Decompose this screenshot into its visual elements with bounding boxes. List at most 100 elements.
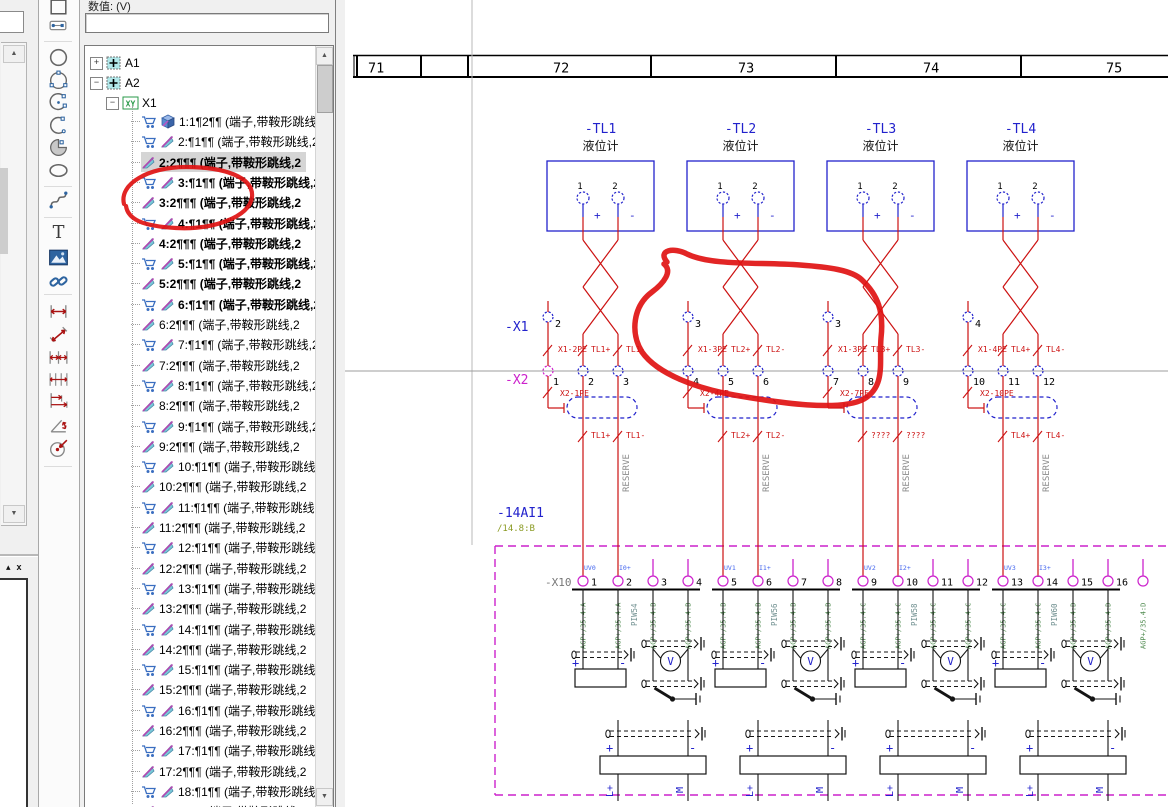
- tree-item[interactable]: 6:2¶¶¶ (端子,带鞍形跳线,2: [141, 314, 300, 334]
- image-icon[interactable]: [47, 246, 70, 269]
- tree-item[interactable]: 5:¶1¶¶ (端子,带鞍形跳线,2: [141, 253, 316, 273]
- tree-item-label: 10:¶1¶¶ (端子,带鞍形跳线,2: [178, 458, 316, 475]
- tree-item-label: 7:2¶¶¶ (端子,带鞍形跳线,2: [159, 357, 300, 374]
- tree-item[interactable]: 6:¶1¶¶ (端子,带鞍形跳线,2: [141, 294, 316, 314]
- tree-item[interactable]: 13:¶1¶¶ (端子,带鞍形跳线,2: [141, 578, 316, 598]
- value-panel: 数值: (V) +A1−A2−XYX11:1¶2¶¶ (端子,带鞍形跳线,22:…: [80, 0, 335, 807]
- tree-item[interactable]: 15:¶1¶¶ (端子,带鞍形跳线,2: [141, 659, 316, 679]
- svg-text:72: 72: [553, 61, 569, 77]
- svg-text:-X2: -X2: [505, 373, 528, 388]
- tree-item-label: 11:2¶¶¶ (端子,带鞍形跳线,2: [159, 519, 305, 536]
- tree-node-a2[interactable]: −A2: [90, 73, 140, 93]
- value-input[interactable]: [85, 13, 329, 33]
- dim-chain2-icon[interactable]: [47, 368, 70, 391]
- tree-item-label: 1:1¶2¶¶ (端子,带鞍形跳线,2: [179, 113, 316, 130]
- collapse-icon[interactable]: −: [90, 77, 103, 90]
- dim-baseline-icon[interactable]: [47, 389, 70, 412]
- arc-icon[interactable]: [47, 114, 70, 137]
- svg-text:-: -: [829, 741, 836, 755]
- tree-item[interactable]: 10:2¶¶¶ (端子,带鞍形跳线,2: [141, 476, 306, 496]
- tree-item[interactable]: 18:¶1¶¶ (端子,带鞍形跳线,2: [141, 781, 316, 801]
- tree-item[interactable]: 3:2¶¶¶ (端子,带鞍形跳线,2: [141, 192, 301, 212]
- tree-item[interactable]: 18:2¶¶¶ (端子,带鞍形跳线,2: [141, 801, 306, 807]
- scroll-down-icon[interactable]: ▼: [316, 788, 333, 806]
- tree-item[interactable]: 4:¶1¶¶ (端子,带鞍形跳线,2: [141, 213, 316, 233]
- terminal-tree: +A1−A2−XYX11:1¶2¶¶ (端子,带鞍形跳线,22:¶1¶¶ (端子…: [84, 45, 334, 807]
- tree-node-a1[interactable]: +A1: [90, 53, 140, 73]
- connector-icon[interactable]: [47, 14, 70, 37]
- scroll-up-icon[interactable]: ▲: [3, 45, 25, 63]
- dim-radius-icon[interactable]: [47, 437, 70, 460]
- tree-item[interactable]: 16:¶1¶¶ (端子,带鞍形跳线,2: [141, 700, 316, 720]
- dim-angle-icon[interactable]: [47, 414, 70, 437]
- dim-aligned-icon[interactable]: [47, 324, 70, 347]
- svg-text:7: 7: [801, 578, 807, 589]
- collapse-icon[interactable]: −: [106, 97, 119, 110]
- tree-scrollbar[interactable]: ▲ ▼: [315, 46, 333, 807]
- tree-item[interactable]: 11:2¶¶¶ (端子,带鞍形跳线,2: [141, 517, 305, 537]
- tree-item[interactable]: 4:2¶¶¶ (端子,带鞍形跳线,2: [141, 233, 301, 253]
- svg-text:5: 5: [731, 578, 737, 589]
- pin-icon[interactable]: ▴: [6, 562, 11, 573]
- tree-item[interactable]: 9:¶1¶¶ (端子,带鞍形跳线,2: [141, 416, 316, 436]
- tree-item-label: 9:2¶¶¶ (端子,带鞍形跳线,2: [159, 438, 300, 455]
- schematic-canvas[interactable]: 7172737475-X1-X2-14AI1/14.8:B-X10-TL1液位计…: [345, 0, 1168, 807]
- dim-linear-icon[interactable]: [47, 300, 70, 323]
- arc-points-icon[interactable]: [47, 91, 70, 114]
- dock-scrollbar-thumb[interactable]: [0, 168, 8, 254]
- svg-text:8: 8: [836, 578, 842, 589]
- tree-item[interactable]: 14:2¶¶¶ (端子,带鞍形跳线,2: [141, 639, 306, 659]
- tree-item[interactable]: 9:2¶¶¶ (端子,带鞍形跳线,2: [141, 436, 300, 456]
- svg-text:1: 1: [997, 182, 1002, 192]
- tree-item[interactable]: 12:¶1¶¶ (端子,带鞍形跳线,2: [141, 537, 316, 557]
- link-icon[interactable]: [47, 270, 70, 293]
- tree-item-label: 11:¶1¶¶ (端子,带鞍形跳线,2: [178, 499, 316, 516]
- tree-item[interactable]: 5:2¶¶¶ (端子,带鞍形跳线,2: [141, 273, 301, 293]
- tree-item[interactable]: 2:¶1¶¶ (端子,带鞍形跳线,2: [141, 131, 316, 151]
- tree-item-label: 3:¶1¶¶ (端子,带鞍形跳线,2: [178, 174, 316, 191]
- svg-text:74: 74: [923, 61, 939, 77]
- tree-scrollbar-thumb[interactable]: [317, 65, 333, 113]
- svg-text:+: +: [746, 741, 753, 755]
- tree-item[interactable]: 17:2¶¶¶ (端子,带鞍形跳线,2: [141, 761, 306, 781]
- tree-item[interactable]: 11:¶1¶¶ (端子,带鞍形跳线,2: [141, 497, 316, 517]
- schematic-pane[interactable]: 7172737475-X1-X2-14AI1/14.8:B-X10-TL1液位计…: [345, 0, 1168, 807]
- tree-item[interactable]: 3:¶1¶¶ (端子,带鞍形跳线,2: [141, 172, 316, 192]
- text-icon[interactable]: T: [47, 220, 70, 243]
- dock-mini-input[interactable]: [0, 11, 24, 33]
- svg-text:T: T: [53, 223, 65, 243]
- tree-item[interactable]: 15:2¶¶¶ (端子,带鞍形跳线,2: [141, 679, 306, 699]
- scroll-down-icon[interactable]: ▼: [3, 505, 25, 523]
- tree-item[interactable]: 7:¶1¶¶ (端子,带鞍形跳线,2: [141, 334, 316, 354]
- svg-text:M: M: [675, 787, 686, 793]
- close-icon[interactable]: x: [17, 562, 22, 572]
- tree-item[interactable]: 8:¶1¶¶ (端子,带鞍形跳线,2: [141, 375, 316, 395]
- tree-item[interactable]: 2:2¶¶¶ (端子,带鞍形跳线,2: [141, 152, 306, 172]
- ellipse-icon[interactable]: [47, 159, 70, 182]
- scroll-up-icon[interactable]: ▲: [316, 47, 333, 65]
- tree-item[interactable]: 12:2¶¶¶ (端子,带鞍形跳线,2: [141, 558, 306, 578]
- tree-item[interactable]: 14:¶1¶¶ (端子,带鞍形跳线,2: [141, 619, 316, 639]
- tree-item[interactable]: 16:2¶¶¶ (端子,带鞍形跳线,2: [141, 720, 306, 740]
- circle-icon[interactable]: [47, 46, 70, 69]
- circle-points-icon[interactable]: [47, 69, 70, 92]
- tree-item-label: 17:2¶¶¶ (端子,带鞍形跳线,2: [159, 763, 306, 780]
- tree-item[interactable]: 7:2¶¶¶ (端子,带鞍形跳线,2: [141, 355, 300, 375]
- svg-text:TL2-: TL2-: [766, 431, 785, 440]
- tree-item-label: 9:¶1¶¶ (端子,带鞍形跳线,2: [178, 418, 316, 435]
- dim-chain-icon[interactable]: [47, 346, 70, 369]
- pie-icon[interactable]: [47, 136, 70, 159]
- spline-icon[interactable]: [47, 189, 70, 212]
- svg-text:L+: L+: [885, 785, 896, 797]
- svg-text:3: 3: [695, 319, 701, 330]
- expand-icon[interactable]: +: [90, 57, 103, 70]
- svg-text:-: -: [619, 656, 626, 670]
- tree-item[interactable]: 17:¶1¶¶ (端子,带鞍形跳线,2: [141, 740, 316, 760]
- svg-text:I1+: I1+: [759, 564, 771, 572]
- tree-item[interactable]: 10:¶1¶¶ (端子,带鞍形跳线,2: [141, 456, 316, 476]
- drawing-toolbar: T: [38, 0, 80, 807]
- tree-item[interactable]: 13:2¶¶¶ (端子,带鞍形跳线,2: [141, 598, 306, 618]
- svg-text:M: M: [955, 787, 966, 793]
- tree-item[interactable]: 8:2¶¶¶ (端子,带鞍形跳线,2: [141, 395, 300, 415]
- tree-item[interactable]: 1:1¶2¶¶ (端子,带鞍形跳线,2: [141, 111, 316, 131]
